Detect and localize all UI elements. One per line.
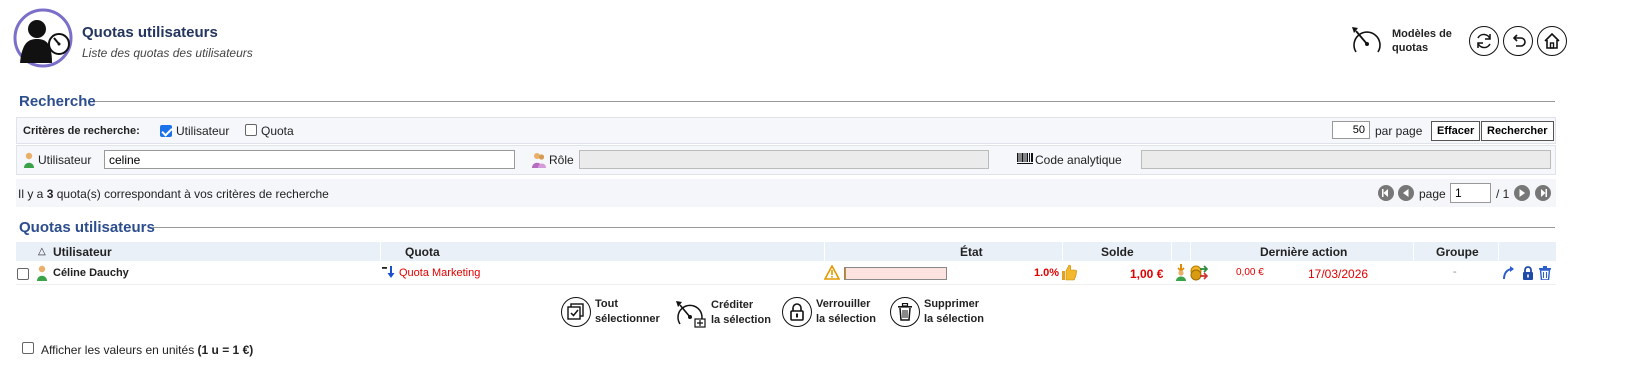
table-header: △ Utilisateur Quota État Solde Dernière …	[16, 242, 1556, 261]
delete-selection-label: Supprimer la sélection	[924, 298, 984, 325]
page-number-input[interactable]	[1450, 183, 1491, 203]
units-checkbox[interactable]	[22, 342, 34, 354]
last-page-icon[interactable]	[1535, 185, 1551, 201]
thumbs-up-icon	[1060, 264, 1078, 281]
refresh-button[interactable]	[1469, 26, 1499, 56]
row-group: -	[1453, 266, 1457, 278]
role-field-label: Rôle	[549, 153, 574, 167]
first-page-icon[interactable]	[1378, 185, 1394, 201]
quotas-section-title: Quotas utilisateurs	[19, 219, 155, 236]
column-header-group[interactable]: Groupe	[1436, 245, 1479, 259]
user-icon	[36, 265, 48, 281]
row-last-date: 17/03/2026	[1308, 267, 1369, 281]
analytic-search-input[interactable]	[1141, 150, 1551, 169]
user-field-label: Utilisateur	[38, 153, 92, 167]
quota-progress-bar	[844, 267, 947, 280]
credit-selection-label: Créditer la sélection	[711, 299, 771, 326]
user-icon	[23, 152, 35, 168]
criteria-user-checkbox[interactable]	[160, 125, 172, 137]
column-header-balance[interactable]: Solde	[1101, 245, 1134, 259]
row-percent: 1.0%	[1034, 267, 1060, 279]
quota-user-logo-icon	[12, 7, 74, 69]
result-summary-row: Il y a 3 quota(s) correspondant à vos cr…	[16, 179, 1556, 207]
units-label: Afficher les valeurs en unités (1 u = 1 …	[41, 343, 254, 357]
lock-selection-label: Verrouiller la sélection	[816, 298, 876, 325]
table-row[interactable]: Céline Dauchy Quota Marketing 1.0% 1,00 …	[16, 263, 1556, 285]
home-icon	[1542, 31, 1562, 51]
quota-models-button[interactable]: Modèles de quotas	[1348, 20, 1458, 62]
user-credit-icon	[1174, 264, 1188, 281]
refresh-icon	[1474, 31, 1494, 51]
row-user-name[interactable]: Céline Dauchy	[53, 267, 129, 279]
quota-models-label: Modèles de quotas	[1392, 28, 1452, 54]
next-page-icon[interactable]	[1514, 185, 1530, 201]
role-icon	[532, 152, 546, 168]
sort-ascending-icon[interactable]: △	[38, 246, 46, 257]
home-button[interactable]	[1537, 26, 1567, 56]
column-header-state[interactable]: État	[960, 245, 983, 259]
divider	[153, 227, 1555, 228]
barcode-icon	[1017, 153, 1033, 165]
back-button[interactable]	[1503, 26, 1533, 56]
page-label: page	[1419, 187, 1446, 201]
delete-selection-button[interactable]: Supprimer la sélection	[890, 297, 984, 327]
delete-icon[interactable]	[1539, 266, 1551, 280]
divider	[95, 101, 1555, 102]
quota-type-down-icon	[382, 265, 396, 279]
search-button[interactable]: Rechercher	[1481, 121, 1554, 141]
page-subtitle: Liste des quotas des utilisateurs	[82, 46, 253, 60]
criteria-quota-label: Quota	[261, 124, 294, 138]
criteria-label: Critères de recherche:	[23, 125, 140, 137]
credit-selection-button[interactable]: Créditer la sélection	[673, 297, 771, 329]
row-select-checkbox[interactable]	[17, 268, 29, 280]
user-search-input[interactable]	[104, 150, 515, 169]
money-transfer-icon	[1190, 264, 1208, 281]
lock-selection-button[interactable]: Verrouiller la sélection	[782, 297, 876, 327]
select-all-icon	[561, 297, 591, 327]
gauge-icon	[1348, 22, 1386, 60]
per-page-input[interactable]	[1332, 121, 1370, 139]
credit-gauge-icon	[673, 297, 707, 329]
padlock-icon	[782, 297, 812, 327]
prev-page-icon[interactable]	[1398, 185, 1414, 201]
page-total: / 1	[1496, 187, 1510, 201]
result-count-text: Il y a 3 quota(s) correspondant à vos cr…	[18, 187, 329, 201]
row-last-amount: 0,00 €	[1236, 267, 1264, 278]
lock-icon[interactable]	[1522, 266, 1534, 280]
column-header-user[interactable]: Utilisateur	[53, 245, 112, 259]
select-all-label: Tout sélectionner	[595, 298, 660, 325]
search-fields-row: Utilisateur Rôle Code analytique	[16, 145, 1556, 175]
criteria-user-label: Utilisateur	[176, 124, 230, 138]
clear-button[interactable]: Effacer	[1431, 121, 1481, 141]
back-arrow-icon	[1508, 31, 1528, 51]
page-title: Quotas utilisateurs	[82, 24, 218, 41]
column-header-quota[interactable]: Quota	[405, 245, 440, 259]
edit-arrow-icon[interactable]	[1502, 266, 1516, 280]
criteria-quota-checkbox[interactable]	[245, 124, 257, 136]
search-criteria-row: Critères de recherche: Utilisateur Quota…	[16, 117, 1556, 144]
search-section-title: Recherche	[19, 93, 96, 110]
row-quota-link[interactable]: Quota Marketing	[399, 267, 480, 279]
role-search-input[interactable]	[579, 150, 989, 169]
select-all-button[interactable]: Tout sélectionner	[561, 297, 660, 327]
warning-icon	[824, 265, 840, 280]
analytic-field-label: Code analytique	[1035, 153, 1122, 167]
row-balance: 1,00 €	[1130, 267, 1164, 281]
column-header-last-action[interactable]: Dernière action	[1260, 245, 1347, 259]
trash-icon	[890, 297, 920, 327]
per-page-label: par page	[1375, 124, 1423, 138]
